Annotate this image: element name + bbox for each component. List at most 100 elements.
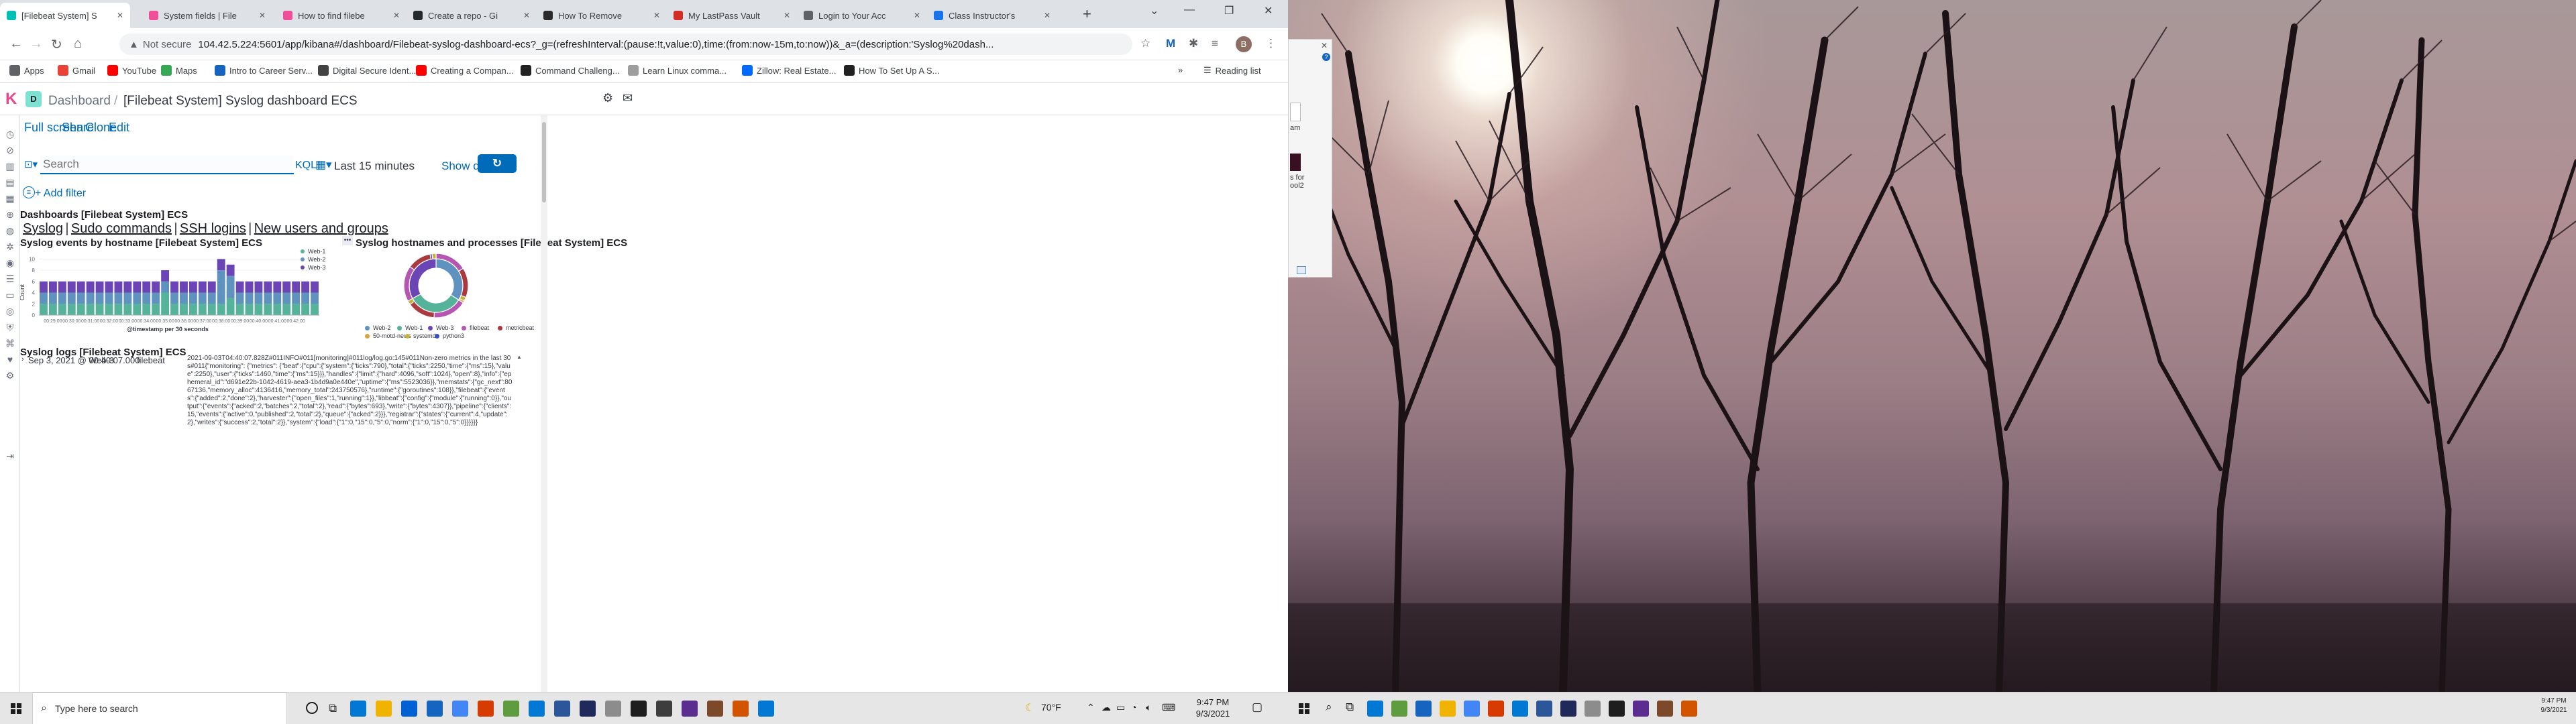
tab-close-icon[interactable]: ✕	[784, 11, 790, 20]
bar-web-2-15[interactable]	[180, 292, 188, 304]
taskbar-app-icon[interactable]	[1512, 701, 1528, 717]
tab-1[interactable]: System fields | File ✕	[142, 3, 272, 28]
logs-icon[interactable]: ☰	[5, 274, 15, 284]
donut-legend-item[interactable]: systemd	[405, 333, 436, 339]
reload-button[interactable]: ↻	[51, 36, 62, 53]
tray-chevron-icon[interactable]: ⌃	[1087, 702, 1095, 713]
cortana-icon[interactable]	[306, 702, 318, 714]
collapse-nav-icon[interactable]: ⇥	[5, 450, 15, 461]
tab-search-icon[interactable]: ⌄	[1150, 4, 1159, 17]
bar-web-2-4[interactable]	[76, 292, 85, 304]
link-sudo-commands[interactable]: Sudo commands	[71, 221, 172, 236]
weather-text[interactable]: 70°F	[1041, 702, 1061, 713]
extension-m-icon[interactable]: M	[1166, 37, 1175, 50]
bar-web-3-19[interactable]	[217, 259, 225, 271]
bar-web-1-4[interactable]	[76, 304, 85, 315]
bar-web-1-26[interactable]	[282, 304, 291, 315]
management-icon[interactable]: ⚙	[5, 370, 15, 381]
tab-4[interactable]: How To Remove ✕	[537, 3, 667, 28]
tab-close-icon[interactable]: ✕	[523, 11, 530, 20]
address-bar[interactable]: ▲ Not secure 104.42.5.224:5601/app/kiban…	[119, 34, 1132, 55]
bar-web-3-28[interactable]	[301, 281, 310, 293]
start-button-secondary[interactable]	[1288, 692, 1320, 724]
bar-web-3-24[interactable]	[264, 281, 272, 293]
filter-options-icon[interactable]: ≡	[23, 186, 35, 198]
bookmark-6[interactable]: Creating a Compan...	[416, 65, 514, 76]
ml-icon[interactable]: ◍	[5, 225, 15, 236]
taskbar-app-icon[interactable]	[478, 701, 494, 717]
bar-web-1-10[interactable]	[133, 304, 142, 315]
bar-web-2-7[interactable]	[105, 292, 113, 304]
close-window-button[interactable]: ✕	[1264, 4, 1273, 17]
expand-row-icon[interactable]: ›	[21, 355, 24, 363]
bar-web-3-10[interactable]	[133, 281, 142, 293]
task-view-icon[interactable]: ⧉	[329, 702, 337, 715]
bar-web-1-9[interactable]	[123, 304, 132, 315]
donut-outer-slice-systemd[interactable]	[431, 253, 437, 259]
taskbar-app-icon[interactable]	[1585, 701, 1601, 717]
donut-legend-item[interactable]: Web-1	[397, 324, 423, 331]
bar-web-1-12[interactable]	[152, 304, 160, 315]
bar-web-2-29[interactable]	[311, 292, 319, 304]
tab-7[interactable]: Class Instructor's ✕	[927, 3, 1057, 28]
minimize-button[interactable]: —	[1184, 4, 1195, 16]
extensions-puzzle-icon[interactable]: ✱	[1189, 37, 1198, 50]
bar-web-1-11[interactable]	[142, 304, 151, 315]
taskbar-app-icon[interactable]	[1367, 701, 1383, 717]
bar-web-2-13[interactable]	[161, 281, 170, 293]
bar-web-3-13[interactable]	[161, 270, 170, 282]
bar-web-2-9[interactable]	[123, 292, 132, 304]
bar-web-3-2[interactable]	[58, 281, 66, 293]
bar-web-3-4[interactable]	[76, 281, 85, 293]
tab-0[interactable]: [Filebeat System] S ✕	[0, 3, 130, 28]
donut-legend-item[interactable]: 50-motd-news	[365, 333, 411, 339]
restore-button[interactable]: ❐	[1224, 4, 1234, 17]
bar-web-3-22[interactable]	[245, 281, 254, 293]
taskbar-app-icon[interactable]	[350, 701, 366, 717]
taskbar-app-icon[interactable]	[1633, 701, 1649, 717]
taskbar-app-icon[interactable]	[401, 701, 417, 717]
taskbar-app-icon[interactable]	[682, 701, 698, 717]
stack-monitoring-icon[interactable]: ♥	[5, 354, 15, 365]
taskbar-app-icon[interactable]	[656, 701, 672, 717]
bar-web-2-11[interactable]	[142, 292, 151, 304]
bookmark-0[interactable]: Apps	[9, 65, 44, 76]
bar-web-2-5[interactable]	[86, 292, 95, 304]
time-range-display[interactable]: Last 15 minutes	[334, 160, 415, 173]
bar-web-1-19[interactable]	[217, 304, 225, 315]
bookmark-1[interactable]: Gmail	[58, 65, 95, 76]
tray-wifi-icon[interactable]: ◔	[1131, 702, 1136, 713]
bar-web-1-29[interactable]	[311, 304, 319, 315]
bar-web-2-17[interactable]	[198, 292, 207, 304]
bar-web-3-3[interactable]	[67, 281, 76, 293]
tray-app-icon[interactable]: ☁	[1102, 702, 1111, 713]
bar-web-2-1[interactable]	[48, 292, 57, 304]
help-icon[interactable]: ?	[1322, 53, 1330, 61]
bar-web-1-21[interactable]	[235, 304, 244, 315]
bookmark-8[interactable]: Learn Linux comma...	[628, 65, 727, 76]
bar-web-3-17[interactable]	[198, 281, 207, 293]
search-input[interactable]	[40, 156, 288, 173]
bar-web-2-26[interactable]	[282, 292, 291, 304]
taskbar-app-icon[interactable]	[1391, 701, 1407, 717]
taskbar-app-icon[interactable]	[503, 701, 519, 717]
donut-legend-item[interactable]: Web-2	[365, 324, 390, 331]
taskbar-search-box[interactable]: ⌕ Type here to search	[32, 692, 287, 724]
chrome-menu-icon[interactable]: ⋮	[1265, 37, 1277, 50]
bookmark-5[interactable]: Digital Secure Ident...	[318, 65, 416, 76]
bar-web-2-0[interactable]	[40, 292, 48, 304]
bar-web-2-16[interactable]	[189, 292, 197, 304]
taskbar-app-icon[interactable]	[1681, 701, 1697, 717]
breadcrumb-dashboard[interactable]: Dashboard	[48, 94, 111, 109]
weather-icon[interactable]: ☾	[1025, 701, 1034, 715]
bookmark-star-icon[interactable]: ☆	[1140, 37, 1150, 50]
bar-web-1-7[interactable]	[105, 304, 113, 315]
menu-edit[interactable]: Edit	[109, 121, 129, 135]
taskbar-app-icon[interactable]	[376, 701, 392, 717]
tab-close-icon[interactable]: ✕	[259, 11, 266, 20]
legend-item-web-1[interactable]: Web-1	[301, 248, 325, 255]
bar-web-1-18[interactable]	[207, 304, 216, 315]
partial-window[interactable]: ✕ ? am s for ool2	[1288, 39, 1332, 278]
donut-legend-item[interactable]: metricbeat	[498, 324, 534, 331]
task-view-icon[interactable]: ⧉	[1346, 701, 1354, 714]
